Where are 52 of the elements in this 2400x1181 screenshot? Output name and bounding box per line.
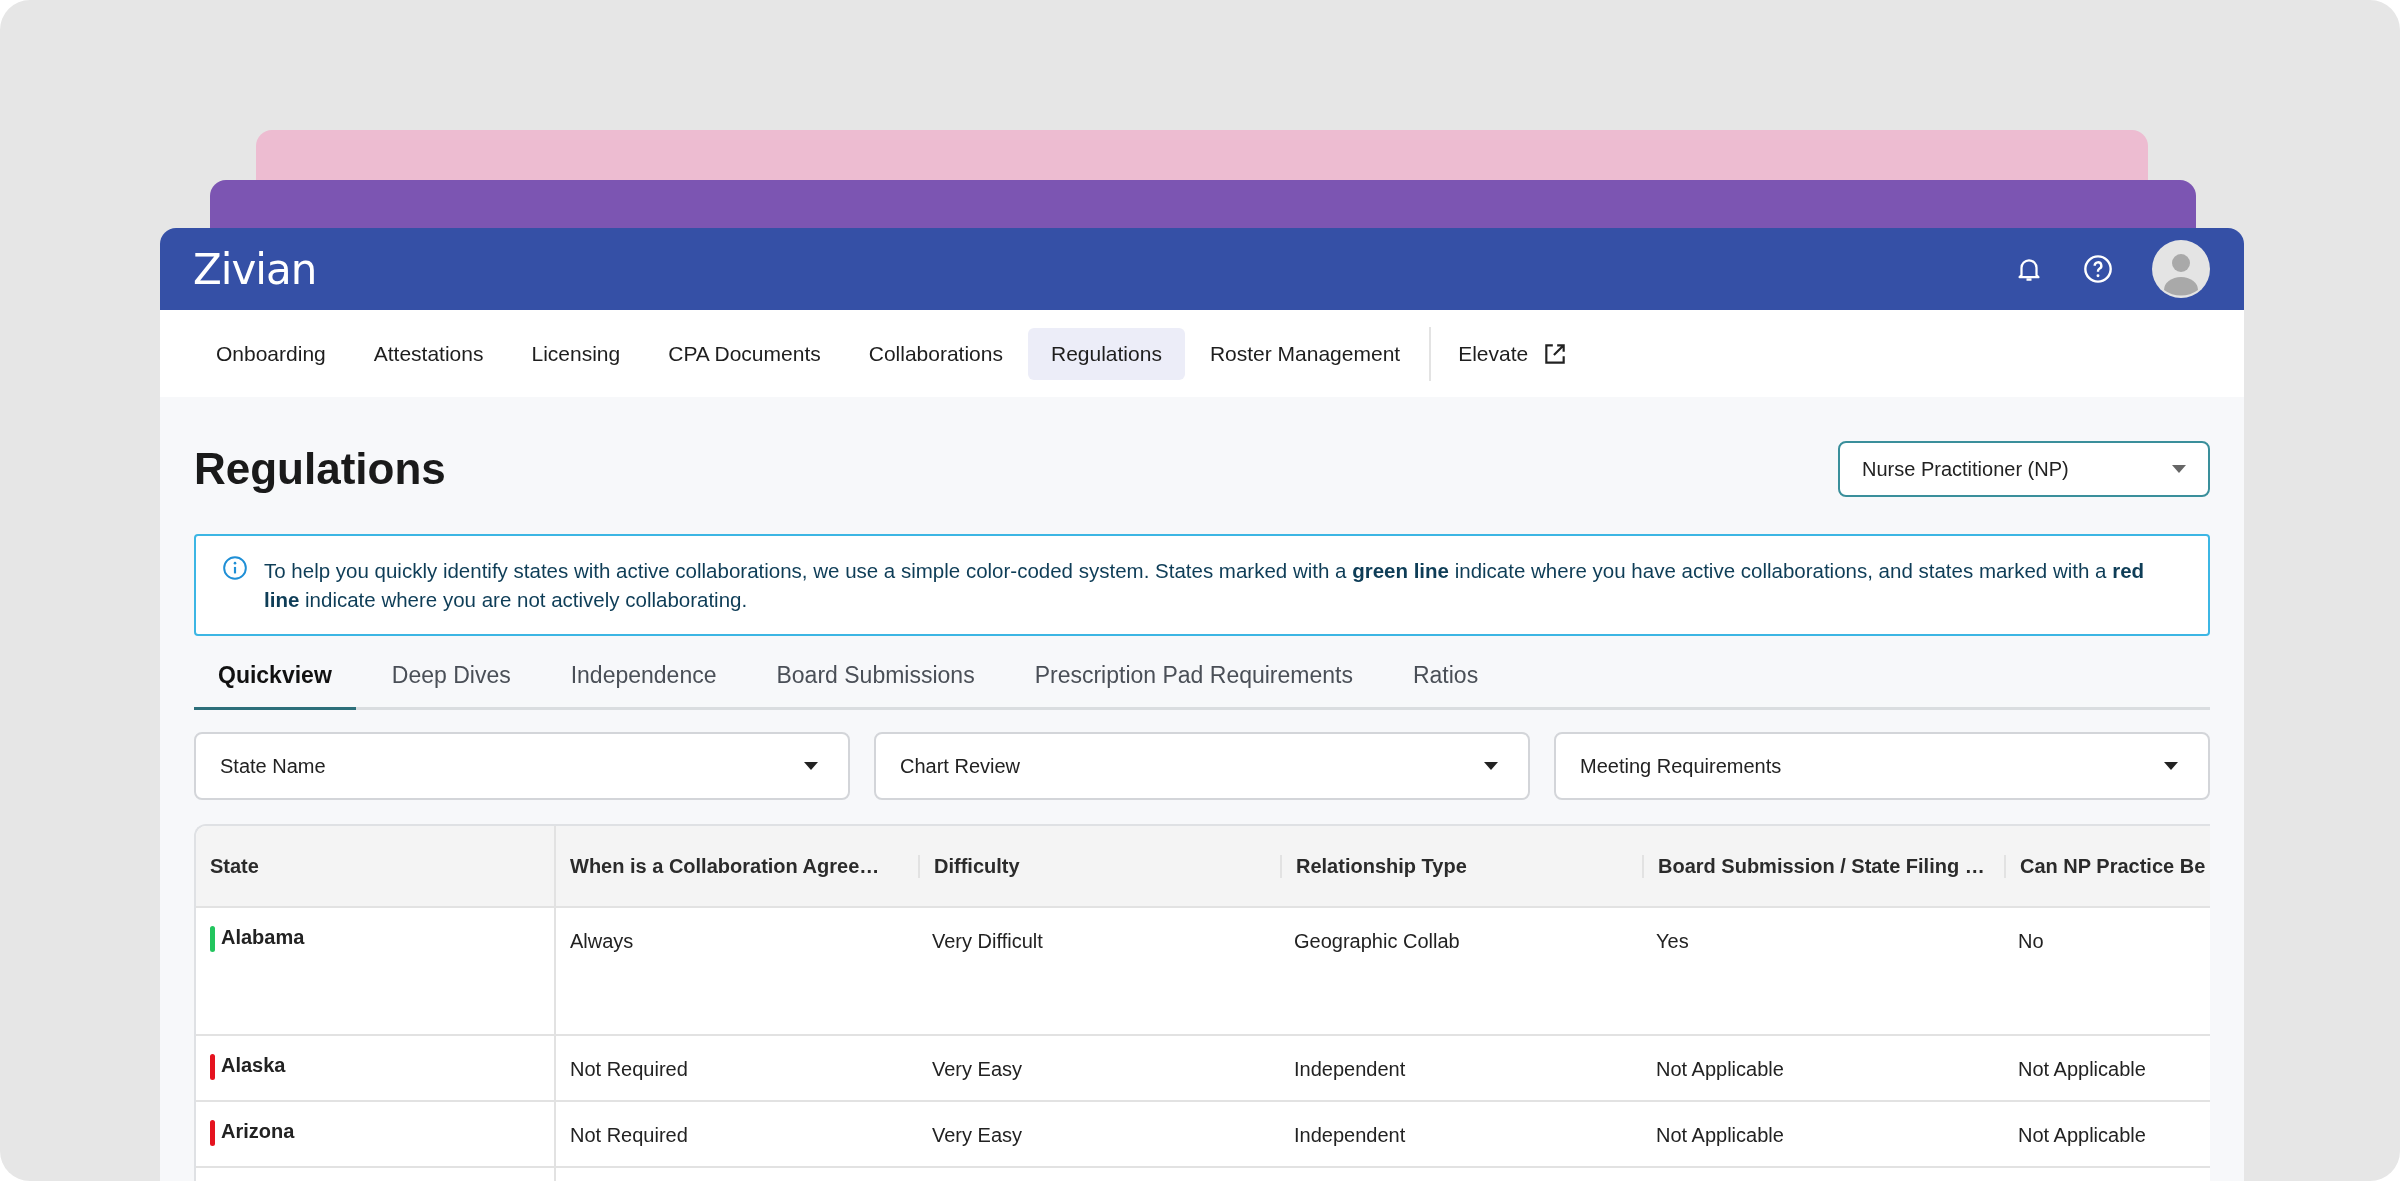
info-icon bbox=[222, 555, 248, 581]
nav-tab[interactable]: Licensing bbox=[508, 327, 644, 380]
table-cell: Not Required bbox=[570, 1124, 688, 1146]
table-cell: Alaska bbox=[221, 1054, 286, 1077]
table-cell: Not Required bbox=[570, 1058, 688, 1080]
tab[interactable]: Deep Dives bbox=[367, 648, 535, 710]
table-cell: Always bbox=[570, 930, 634, 952]
tab[interactable]: Prescription Pad Requirements bbox=[1010, 648, 1377, 710]
logo: Zivian bbox=[193, 244, 317, 294]
nav-tab[interactable]: Roster Management bbox=[1186, 327, 1424, 380]
nav-tab[interactable]: Elevate bbox=[1435, 326, 1592, 381]
nav-tab[interactable]: CPA Documents bbox=[645, 327, 844, 380]
help-icon[interactable] bbox=[2082, 253, 2114, 285]
table-cell: Geographic Collab bbox=[1294, 930, 1460, 952]
page-title: Regulations bbox=[194, 444, 446, 494]
column-header: When is a Collaboration Agree… bbox=[569, 853, 881, 879]
table-cell: Not Applicable bbox=[1656, 1124, 1784, 1146]
table-cell: No bbox=[2018, 930, 2044, 952]
tab[interactable]: Independence bbox=[546, 648, 741, 710]
avatar-icon[interactable] bbox=[2152, 240, 2210, 298]
table-cell: Independent bbox=[1294, 1058, 1406, 1080]
table-cell: Very Difficult bbox=[932, 930, 1043, 952]
filter-dropdown[interactable]: Meeting Requirements bbox=[1554, 732, 2210, 800]
table-cell: Not Applicable bbox=[2018, 1058, 2146, 1080]
table-cell: Yes bbox=[1656, 930, 1689, 952]
nav-tab[interactable]: Attestations bbox=[350, 327, 507, 380]
table-cell: Very Easy bbox=[932, 1058, 1023, 1080]
table-cell: Arizona bbox=[221, 1120, 295, 1143]
nav-tab[interactable]: Onboarding bbox=[193, 327, 349, 380]
table-cell: Independent bbox=[1294, 1124, 1406, 1146]
table-cell: Very Easy bbox=[932, 1124, 1023, 1146]
column-header: Relationship Type bbox=[1280, 826, 1642, 906]
caret-icon bbox=[1484, 762, 1498, 770]
tab[interactable]: Board Submissions bbox=[752, 648, 999, 710]
caret-icon bbox=[804, 762, 818, 770]
nav-tab[interactable]: Regulations bbox=[1028, 327, 1185, 380]
column-header: Difficulty bbox=[918, 826, 1280, 906]
column-header: Board Submission / State Filing … bbox=[1642, 826, 2004, 906]
filter-dropdown[interactable]: Chart Review bbox=[874, 732, 1530, 800]
table-cell: Alabama bbox=[221, 926, 305, 949]
tab[interactable]: Quickview bbox=[194, 648, 356, 710]
info-text: To help you quickly identify states with active collaborations, we use a simple color-coded system. States marked with a green line indicate where you have active collaborations, and states marked with a red line indicate where you are not actively collaborating. bbox=[264, 558, 2146, 613]
nav-tab[interactable]: Collaborations bbox=[845, 327, 1026, 380]
table-cell: Not Applicable bbox=[2018, 1124, 2146, 1146]
column-header: State bbox=[196, 826, 556, 906]
caret-icon bbox=[2164, 762, 2178, 770]
tab[interactable]: Ratios bbox=[1388, 648, 1503, 710]
table-cell: Not Applicable bbox=[1656, 1058, 1784, 1080]
filter-dropdown[interactable]: State Name bbox=[194, 732, 850, 800]
role-dropdown[interactable]: Nurse Practitioner (NP) bbox=[1838, 441, 2210, 497]
column-header: Can NP Practice Be bbox=[2004, 826, 2210, 906]
caret-icon bbox=[2172, 465, 2186, 473]
